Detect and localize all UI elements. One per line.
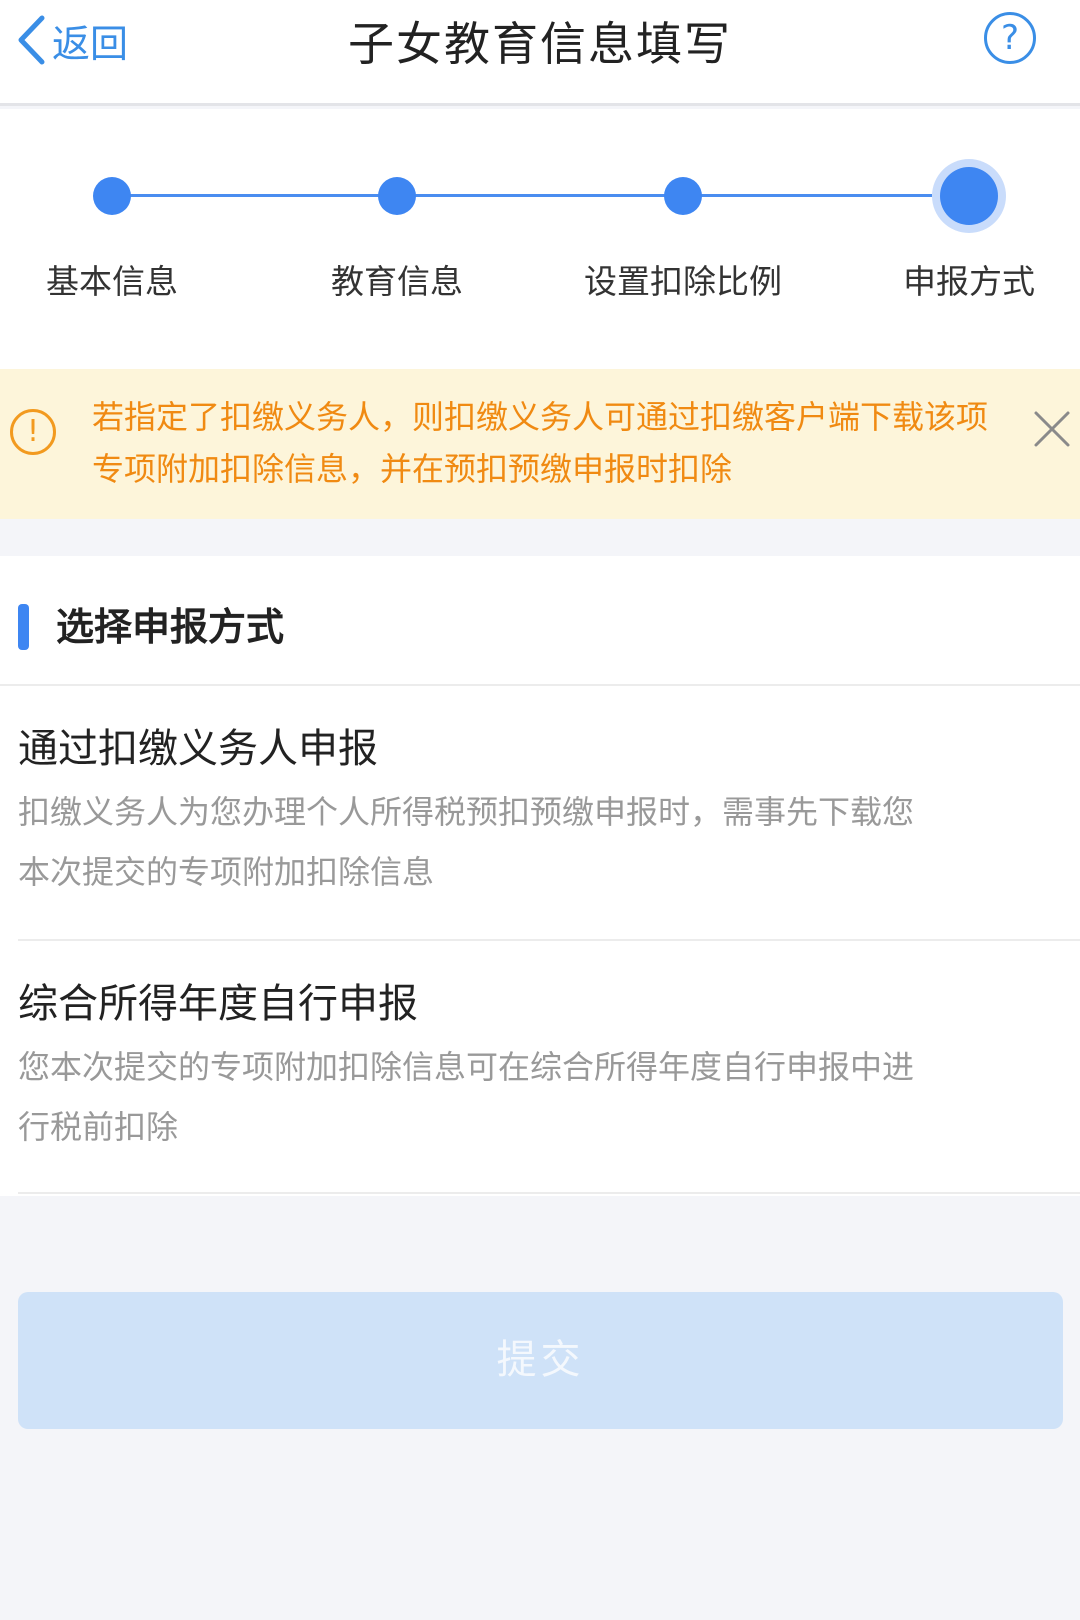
close-icon[interactable] (1028, 405, 1076, 453)
notice-banner: ! 若指定了扣缴义务人，则扣缴义务人可通过扣缴客户端下载该项专项附加扣除信息，并… (0, 369, 1080, 519)
section-header: 选择申报方式 (0, 556, 1080, 686)
step-dot-1 (93, 177, 131, 215)
step-label-3: 设置扣除比例 (584, 262, 782, 301)
option-title: 通过扣缴义务人申报 (18, 726, 378, 772)
page-title: 子女教育信息填写 (348, 17, 732, 71)
option-desc: 您本次提交的专项附加扣除信息可在综合所得年度自行申报中进行税前扣除 (18, 1048, 915, 1146)
option-divider (18, 1192, 1080, 1194)
stepper-line (112, 194, 932, 197)
step-label-1: 基本信息 (46, 262, 178, 301)
option-title: 综合所得年度自行申报 (18, 981, 418, 1027)
step-dot-3 (664, 177, 702, 215)
nav-header: 返回 子女教育信息填写 ? (0, 0, 1080, 106)
help-icon[interactable]: ? (984, 12, 1036, 64)
step-label-2: 教育信息 (331, 262, 463, 301)
step-dot-4-current (940, 167, 998, 225)
step-dot-2 (378, 177, 416, 215)
warning-icon: ! (10, 409, 56, 455)
step-label-4: 申报方式 (903, 262, 1035, 301)
option-withholding-agent[interactable]: 通过扣缴义务人申报 扣缴义务人为您办理个人所得税预扣预缴申报时，需事先下载您本次… (18, 686, 1080, 931)
section-title: 选择申报方式 (56, 605, 285, 649)
option-desc: 扣缴义务人为您办理个人所得税预扣预缴申报时，需事先下载您本次提交的专项附加扣除信… (18, 793, 915, 891)
page: 返回 子女教育信息填写 ? 基本信息 教育信息 设置扣除比例 申报方式 ! 若指… (0, 0, 1080, 1620)
option-annual-self-declaration[interactable]: 综合所得年度自行申报 您本次提交的专项附加扣除信息可在综合所得年度自行申报中进行… (18, 941, 1080, 1186)
declaration-method-section: 选择申报方式 通过扣缴义务人申报 扣缴义务人为您办理个人所得税预扣预缴申报时，需… (0, 556, 1080, 1196)
section-accent-bar (18, 604, 29, 650)
notice-text: 若指定了扣缴义务人，则扣缴义务人可通过扣缴客户端下载该项专项附加扣除信息，并在预… (92, 398, 989, 488)
submit-button[interactable]: 提交 (18, 1292, 1063, 1429)
progress-stepper: 基本信息 教育信息 设置扣除比例 申报方式 (0, 109, 1080, 369)
